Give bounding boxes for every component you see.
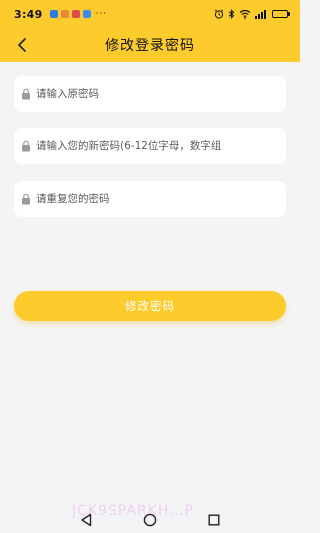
lock-icon [22, 88, 30, 100]
confirm-password-input[interactable] [36, 184, 286, 214]
battery-icon [272, 10, 290, 18]
message-notification-icon [71, 10, 80, 18]
video-notification-icon [60, 10, 69, 18]
confirm-password-field[interactable] [14, 181, 286, 217]
bluetooth-icon [228, 9, 235, 19]
more-notifications-indicator: ··· [95, 9, 108, 19]
recents-square-icon[interactable] [206, 512, 222, 528]
back-button[interactable] [10, 33, 34, 57]
notification-icons: ··· [49, 9, 108, 19]
old-password-field[interactable] [14, 76, 286, 112]
new-password-input[interactable] [36, 131, 286, 161]
app-notification-icon [49, 10, 58, 18]
lock-icon [22, 140, 30, 152]
chevron-left-icon [18, 38, 26, 52]
back-triangle-icon[interactable] [78, 512, 94, 528]
signal-icon [255, 9, 268, 19]
lock-icon [22, 193, 30, 205]
header: 3:49 ··· 修改登录密码 [0, 0, 300, 62]
system-status-icons [214, 9, 290, 19]
system-navigation-bar [0, 506, 300, 533]
home-circle-icon[interactable] [142, 512, 158, 528]
page-title: 修改登录密码 [105, 38, 195, 54]
status-bar: 3:49 ··· [0, 0, 300, 28]
status-time: 3:49 [14, 7, 43, 21]
wifi-icon [239, 9, 251, 19]
new-password-field[interactable] [14, 128, 286, 164]
nav-bar: 修改登录密码 [0, 28, 300, 62]
old-password-input[interactable] [36, 79, 286, 109]
change-password-button[interactable]: 修改密码 [14, 291, 286, 321]
search-notification-icon [82, 10, 91, 18]
alarm-icon [214, 9, 224, 19]
